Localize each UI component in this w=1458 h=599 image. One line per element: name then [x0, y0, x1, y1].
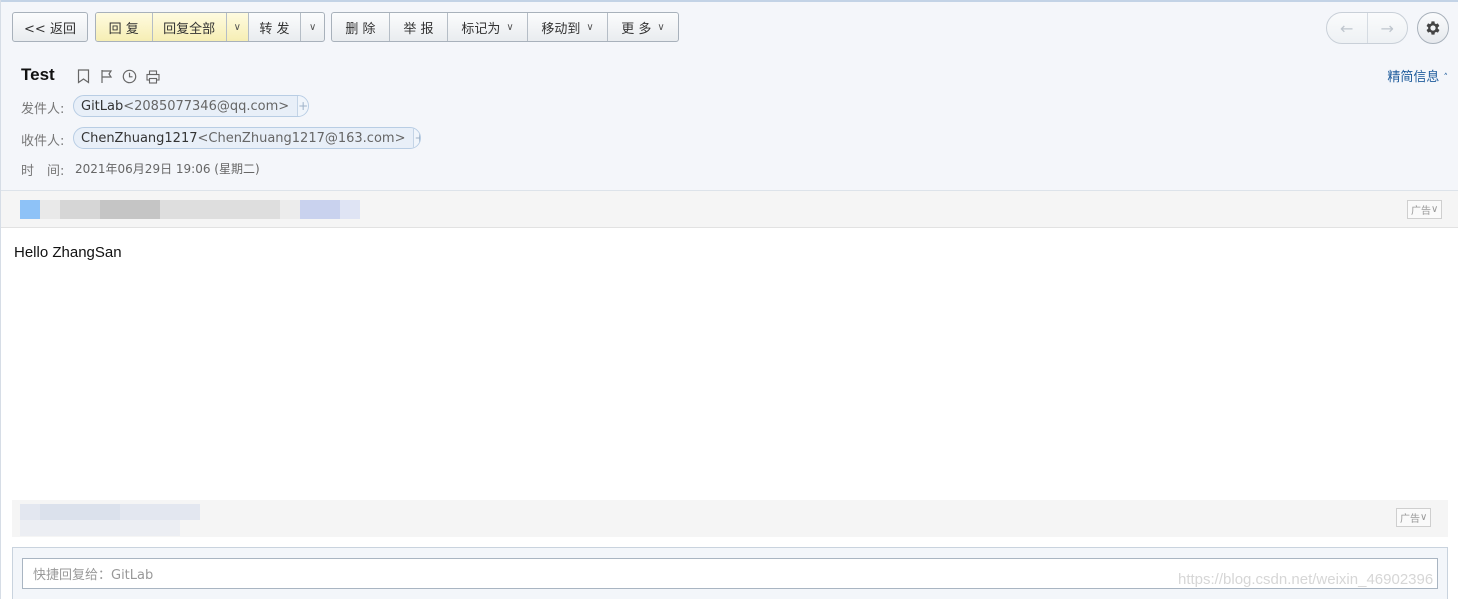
mail-navigation: ← →: [1326, 12, 1408, 44]
move-to-dropdown[interactable]: 移动到 ∨: [528, 13, 608, 41]
to-contact-chip[interactable]: ChenZhuang1217 <ChenZhuang1217@163.com> …: [73, 127, 421, 149]
ad-banner-top[interactable]: 广告 ∨: [1, 191, 1458, 228]
ad-tag-dropdown[interactable]: 广告 ∨: [1407, 200, 1443, 219]
from-contact-chip[interactable]: GitLab <2085077346@qq.com> +: [73, 95, 309, 117]
flag-icon[interactable]: [98, 68, 115, 85]
mark-as-label: 标记为: [461, 21, 501, 37]
ad-banner-bottom[interactable]: 广告 ∨: [12, 500, 1448, 537]
more-dropdown[interactable]: 更 多 ∨: [608, 13, 678, 41]
right-arrow-icon[interactable]: →: [1366, 13, 1408, 43]
chevron-down-icon: ∨: [233, 21, 241, 33]
back-button-label: << 返回: [24, 21, 76, 37]
forward-button[interactable]: 转 发: [249, 13, 302, 41]
mail-header: << 返回 回 复 回复全部 ∨ 转 发 ∨ 删 除 举 报 标记为 ∨ 移动到…: [1, 2, 1458, 191]
brief-info-label: 精简信息: [1387, 70, 1440, 85]
double-chevron-up-icon: ˄: [1443, 73, 1449, 83]
add-contact-icon[interactable]: +: [297, 96, 308, 116]
from-name: GitLab: [81, 98, 124, 114]
back-button[interactable]: << 返回: [12, 12, 88, 42]
time-value: 2021年06月29日 19:06 (星期二): [75, 162, 260, 176]
from-email: <2085077346@qq.com>: [123, 98, 290, 114]
bookmark-icon[interactable]: [75, 68, 92, 85]
reply-label: 回 复: [108, 21, 139, 37]
ad-tag-label: 广告: [1400, 514, 1420, 525]
gear-icon: [1426, 21, 1440, 35]
reply-all-dropdown[interactable]: ∨: [226, 13, 249, 41]
ad-image: [40, 200, 60, 219]
delete-label: 删 除: [345, 21, 376, 37]
chevron-down-icon: ∨: [586, 21, 594, 33]
reply-button-group: 回 复 回复全部 ∨ 转 发 ∨: [95, 12, 325, 42]
print-icon[interactable]: [144, 68, 161, 85]
reply-all-label: 回复全部: [163, 21, 216, 37]
ad-image: [60, 200, 100, 219]
forward-label: 转 发: [259, 21, 290, 37]
ad-image: [20, 200, 40, 219]
ad-image: [300, 200, 340, 219]
ad-tag-dropdown[interactable]: 广告 ∨: [1396, 508, 1432, 527]
move-to-label: 移动到: [541, 21, 581, 37]
mail-body: Hello ZhangSan: [14, 244, 122, 261]
report-button[interactable]: 举 报: [390, 13, 448, 41]
to-email: <ChenZhuang1217@163.com>: [197, 130, 406, 146]
chevron-down-icon: ∨: [308, 21, 317, 33]
to-name: ChenZhuang1217: [81, 130, 198, 146]
reply-button[interactable]: 回 复: [96, 13, 153, 41]
chevron-down-icon: ∨: [1431, 204, 1439, 215]
time-label: 时 间:: [21, 164, 65, 179]
settings-button[interactable]: [1417, 12, 1449, 44]
mail-subject: Test: [21, 65, 55, 84]
brief-info-toggle[interactable]: 精简信息 ˄: [1387, 66, 1448, 85]
watermark: https://blog.csdn.net/weixin_46902396: [1178, 571, 1434, 588]
chevron-down-icon: ∨: [506, 21, 514, 33]
clock-icon[interactable]: [121, 68, 138, 85]
more-label: 更 多: [621, 21, 652, 37]
delete-button[interactable]: 删 除: [332, 13, 390, 41]
ad-image: [40, 504, 120, 520]
from-label: 发件人:: [21, 102, 65, 117]
ad-image: [20, 520, 180, 536]
ad-image: [160, 200, 280, 219]
subject-actions: [75, 68, 161, 85]
reply-all-button[interactable]: 回复全部: [152, 13, 227, 41]
ad-image: [340, 200, 360, 219]
forward-dropdown[interactable]: ∨: [301, 13, 324, 41]
chevron-down-icon: ∨: [1420, 512, 1428, 523]
ad-image: [280, 200, 300, 219]
add-contact-icon[interactable]: +: [413, 128, 420, 148]
report-label: 举 报: [403, 21, 434, 37]
mark-as-dropdown[interactable]: 标记为 ∨: [448, 13, 528, 41]
action-button-group: 删 除 举 报 标记为 ∨ 移动到 ∨ 更 多 ∨: [331, 12, 679, 42]
chevron-down-icon: ∨: [657, 21, 665, 33]
to-label: 收件人:: [21, 134, 65, 149]
left-arrow-icon[interactable]: ←: [1327, 13, 1367, 43]
ad-image: [100, 200, 160, 219]
ad-tag-label: 广告: [1411, 206, 1431, 217]
